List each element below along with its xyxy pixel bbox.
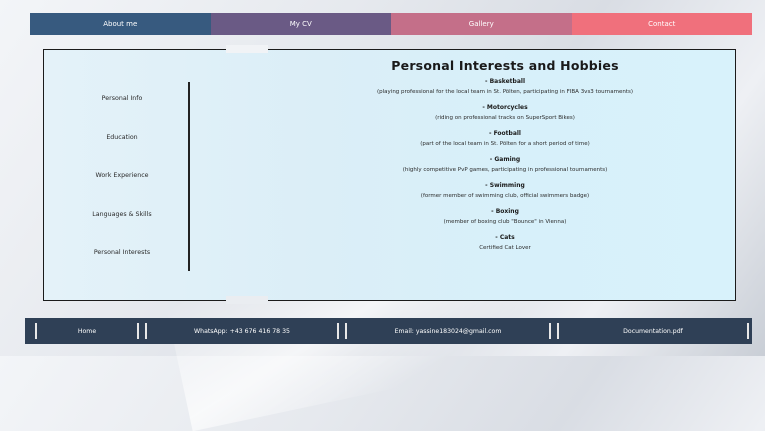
sidebar-item-personal-interests[interactable]: Personal Interests — [58, 234, 186, 273]
hobby-item: - Basketball (playing professional for t… — [330, 77, 680, 99]
frame-gap-top — [226, 45, 268, 53]
hobby-item: - Cats Certified Cat Lover — [330, 233, 680, 255]
footer-divider — [747, 323, 749, 339]
footer-home-link[interactable]: Home — [37, 328, 137, 335]
footer-email-link[interactable]: Email: yassine183024@gmail.com — [347, 328, 549, 335]
footer-bar: Home WhatsApp: +43 676 416 78 35 Email: … — [25, 318, 752, 344]
nav-my-cv[interactable]: My CV — [210, 13, 391, 35]
sidebar-item-personal-info[interactable]: Personal Info — [58, 80, 186, 119]
sidebar-item-languages-skills[interactable]: Languages & Skills — [58, 196, 186, 235]
hobby-name: - Football — [488, 130, 521, 137]
sidebar-item-education[interactable]: Education — [58, 119, 186, 158]
hobby-item: - Football (part of the local team in St… — [330, 129, 680, 151]
hobby-item: - Motorcycles (riding on professional tr… — [330, 103, 680, 125]
footer-whatsapp-link[interactable]: WhatsApp: +43 676 416 78 35 — [147, 328, 337, 335]
hobby-name: - Motorcycles — [482, 104, 528, 111]
main-content: Personal Interests and Hobbies - Basketb… — [330, 58, 680, 255]
hobby-name: - Swimming — [485, 182, 525, 189]
sidebar-divider — [188, 82, 190, 271]
hobby-item: - Boxing (member of boxing club "Bounce"… — [330, 207, 680, 229]
footer-divider — [549, 323, 551, 339]
hobby-item: - Gaming (highly competitive PvP games, … — [330, 155, 680, 177]
top-navigation: About me My CV Gallery Contact — [30, 13, 752, 35]
hobby-name: - Gaming — [489, 156, 521, 163]
footer-divider — [337, 323, 339, 339]
hobby-name: - Basketball — [485, 78, 525, 85]
footer-documentation-link[interactable]: Documentation.pdf — [559, 328, 747, 335]
hobby-description: (member of boxing club "Bounce" in Vienn… — [443, 219, 567, 225]
hobby-description: (riding on professional tracks on SuperS… — [435, 115, 575, 121]
hobby-description: (highly competitive PvP games, participa… — [402, 167, 608, 173]
hobby-description: (former member of swimming club, officia… — [420, 193, 590, 199]
hobby-name: - Cats — [495, 234, 515, 241]
nav-about-me[interactable]: About me — [30, 13, 211, 35]
frame-gap-bottom — [226, 296, 268, 304]
cv-sidebar: Personal Info Education Work Experience … — [58, 80, 186, 273]
page-title: Personal Interests and Hobbies — [391, 58, 619, 73]
hobby-item: - Swimming (former member of swimming cl… — [330, 181, 680, 203]
hobby-description: (playing professional for the local team… — [377, 89, 633, 95]
hobby-description: Certified Cat Lover — [479, 245, 531, 251]
footer-divider — [137, 323, 139, 339]
sidebar-item-work-experience[interactable]: Work Experience — [58, 157, 186, 196]
nav-contact[interactable]: Contact — [571, 13, 752, 35]
nav-gallery[interactable]: Gallery — [391, 13, 572, 35]
hobby-name: - Boxing — [491, 208, 519, 215]
hobby-description: (part of the local team in St. Pölten fo… — [420, 141, 590, 147]
